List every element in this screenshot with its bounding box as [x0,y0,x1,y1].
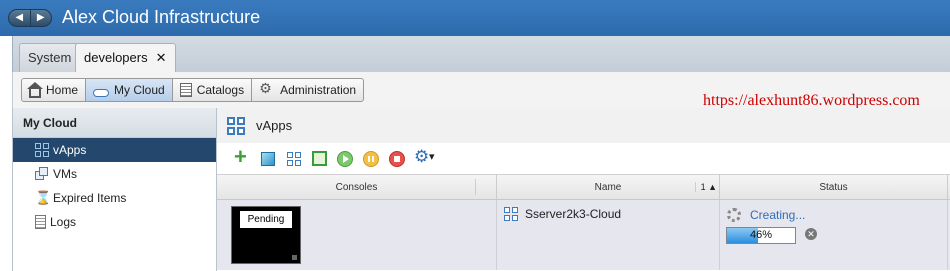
status-text: Creating... [750,208,806,222]
console-thumbnail[interactable]: Pending [231,206,301,264]
tab-system[interactable]: System [19,43,81,72]
sidebar-item-vms[interactable]: VMs [13,162,216,186]
status-cell: Creating... 46% ✕ [720,200,948,270]
vapp-name: Sserver2k3-Cloud [525,207,622,221]
sort-indicator[interactable]: 1 ▲ [694,182,717,192]
sidebar-title: My Cloud [13,108,216,138]
vapp-toolbar [217,143,950,174]
nav-catalogs-button[interactable]: Catalogs [173,79,253,101]
play-icon[interactable] [337,150,353,167]
console-cell: Pending [217,200,497,270]
title-bar: ◀ ▶ Alex Cloud Infrastructure [0,0,950,36]
table-header: Consoles Name 1 ▲ Status [217,174,950,200]
new-vapp-icon[interactable] [285,150,303,168]
nav-label: Catalogs [196,83,245,97]
name-cell: Sserver2k3-Cloud [497,200,720,270]
vapp-name-link[interactable]: Sserver2k3-Cloud [504,207,621,221]
nav-label: Home [46,83,79,97]
hourglass-icon: ⌛ [35,190,52,205]
sidebar-item-label: Expired Items [53,191,127,205]
sidebar: My Cloud vApps VMs ⌛ Expired Items Logs [12,108,217,271]
table-row[interactable]: Pending Sserver2k3-Cloud Creating... 46%… [217,200,950,270]
home-icon [27,81,43,98]
nav-home-button[interactable]: Home [22,79,87,101]
catalog-icon [179,83,192,97]
history-nav: ◀ ▶ [8,9,52,27]
pause-icon[interactable] [363,150,379,167]
stop-icon[interactable] [389,150,405,167]
progress-bar: 46% [726,227,796,244]
progress-label: 46% [749,229,773,241]
sidebar-item-label: vApps [53,143,87,157]
vms-icon [35,167,49,181]
app-title: Alex Cloud Infrastructure [62,7,261,27]
org-tab-bar: System developers ✕ [12,36,950,72]
console-status: Pending [240,211,292,228]
page-title: vApps [256,118,293,133]
tab-label: developers [84,50,148,65]
tab-label: System [28,50,72,65]
admin-icon [259,80,275,98]
back-button[interactable]: ◀ [9,10,31,26]
cancel-icon[interactable]: ✕ [805,228,817,240]
nav-administration-button[interactable]: Administration [252,79,363,101]
vapps-icon [227,116,245,135]
column-label: Name [594,181,622,193]
sidebar-item-logs[interactable]: Logs [13,210,216,234]
nav-my-cloud-button[interactable]: My Cloud [86,79,173,101]
nav-label: My Cloud [114,83,165,97]
vapps-table: Consoles Name 1 ▲ Status Pending Sserver… [217,174,950,270]
spinner-icon [727,208,741,222]
content-panel: vApps Consoles Name 1 ▲ Status Pending [217,108,950,271]
sidebar-item-label: VMs [53,167,77,181]
close-icon[interactable]: ✕ [156,50,167,65]
sidebar-item-expired[interactable]: ⌛ Expired Items [13,186,216,210]
cloud-icon [93,89,110,97]
main-nav-buttons: Home My Cloud Catalogs Administration [21,78,365,102]
box-icon[interactable] [312,151,327,166]
nav-label: Administration [280,83,357,97]
forward-button[interactable]: ▶ [31,10,52,26]
console-indicator [292,255,297,260]
add-icon[interactable] [233,144,251,170]
vapps-icon [35,143,49,157]
gear-icon[interactable] [414,147,438,168]
tab-developers[interactable]: developers ✕ [75,43,176,72]
sidebar-item-vapps[interactable]: vApps [13,138,216,162]
column-consoles[interactable]: Consoles [217,175,497,199]
column-name[interactable]: Name 1 ▲ [497,175,720,199]
column-status[interactable]: Status [720,175,948,199]
cube-icon[interactable] [261,151,275,166]
vapps-icon [504,207,518,221]
sidebar-item-label: Logs [50,215,77,229]
content-header: vApps [217,108,950,143]
logs-icon [35,215,46,229]
